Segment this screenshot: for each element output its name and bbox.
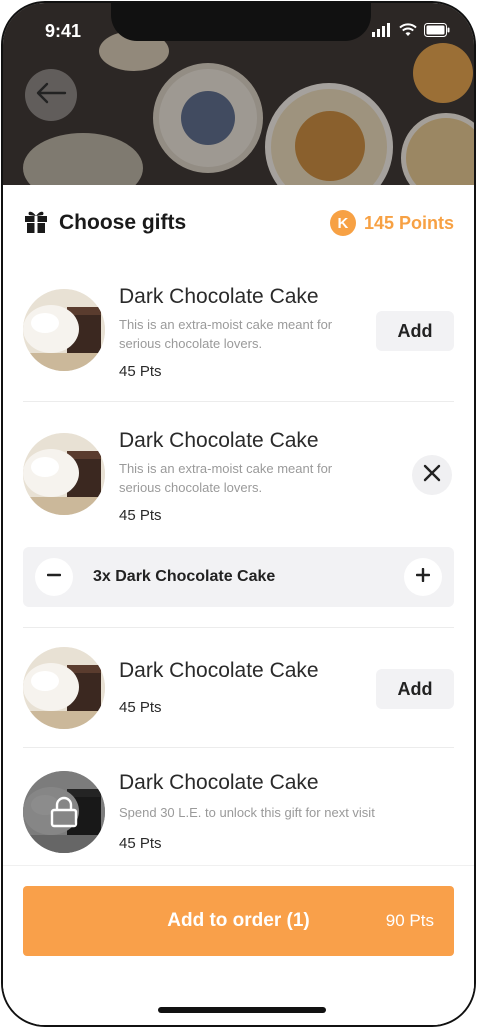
close-icon bbox=[423, 464, 441, 487]
wifi-icon bbox=[399, 23, 417, 42]
gift-item: Dark Chocolate Cake 45 Pts Add bbox=[23, 647, 454, 747]
arrow-left-icon bbox=[35, 82, 67, 109]
gift-icon bbox=[23, 208, 49, 239]
status-time: 9:41 bbox=[45, 21, 82, 41]
add-button[interactable]: Add bbox=[376, 311, 454, 351]
item-unlock-note: Spend 30 L.E. to unlock this gift for ne… bbox=[119, 805, 375, 820]
cake-image bbox=[23, 647, 105, 729]
section-title: Choose gifts bbox=[59, 211, 187, 234]
home-indicator bbox=[158, 1007, 326, 1013]
add-button[interactable]: Add bbox=[376, 669, 454, 709]
cake-image bbox=[23, 433, 105, 515]
back-button[interactable] bbox=[25, 69, 77, 121]
increase-button[interactable] bbox=[404, 558, 442, 596]
item-points: 45 Pts bbox=[119, 835, 162, 852]
divider bbox=[23, 401, 454, 402]
cake-image bbox=[23, 289, 105, 371]
add-to-order-button[interactable]: Add to order (1) 90 Pts bbox=[23, 886, 454, 956]
gifts-sheet: Choose gifts K 145 Points Dark Chocolate… bbox=[3, 185, 474, 1025]
lock-icon bbox=[23, 771, 105, 853]
item-name: Dark Chocolate Cake bbox=[119, 285, 319, 308]
device-notch bbox=[111, 3, 371, 41]
minus-icon bbox=[46, 568, 62, 587]
item-description: This is an extra-moist cake meant for se… bbox=[119, 461, 333, 495]
points-value: 145 Points bbox=[363, 212, 454, 233]
plus-icon bbox=[415, 567, 431, 587]
gift-item: Dark Chocolate Cake This is an extra-moi… bbox=[23, 285, 454, 380]
divider bbox=[23, 747, 454, 748]
item-points: 45 Pts bbox=[119, 507, 162, 524]
gift-item-locked: Dark Chocolate Cake Spend 30 L.E. to unl… bbox=[23, 771, 454, 861]
item-name: Dark Chocolate Cake bbox=[119, 429, 319, 452]
decrease-button[interactable] bbox=[35, 558, 73, 596]
item-points: 45 Pts bbox=[119, 363, 162, 380]
battery-icon bbox=[424, 23, 450, 42]
quantity-label: 3x Dark Chocolate Cake bbox=[93, 568, 276, 585]
divider bbox=[23, 627, 454, 628]
phone-frame: 9:41 Choose gifts K 145 Points Dark Choc… bbox=[1, 1, 476, 1027]
item-name: Dark Chocolate Cake bbox=[119, 659, 319, 682]
item-name: Dark Chocolate Cake bbox=[119, 771, 319, 794]
gift-item-selected: Dark Chocolate Cake This is an extra-moi… bbox=[23, 429, 454, 524]
item-points: 45 Pts bbox=[119, 699, 162, 716]
remove-button[interactable] bbox=[412, 455, 452, 495]
gifts-header: Choose gifts K 145 Points bbox=[23, 205, 454, 241]
item-description: This is an extra-moist cake meant for se… bbox=[119, 317, 333, 351]
order-total-points: 90 Pts bbox=[385, 911, 434, 930]
points-balance: K 145 Points bbox=[329, 210, 454, 236]
signal-icon bbox=[372, 23, 392, 42]
quantity-stepper: 3x Dark Chocolate Cake bbox=[23, 547, 454, 607]
bottom-bar: Add to order (1) 90 Pts bbox=[3, 865, 474, 1025]
points-badge-icon: K bbox=[329, 210, 356, 236]
status-icons bbox=[372, 23, 450, 42]
